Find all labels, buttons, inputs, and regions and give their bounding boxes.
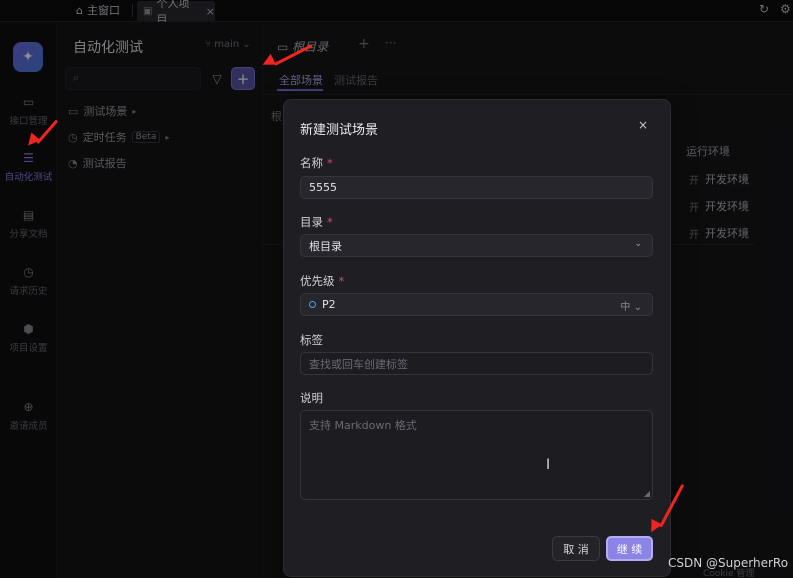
tags-placeholder: 查找或回车创建标签 — [309, 357, 408, 371]
priority-value: P2 — [322, 298, 336, 311]
tags-label: 标签 — [300, 333, 323, 347]
text-cursor-icon: I — [546, 457, 551, 473]
resize-grip-icon[interactable]: ◢ — [644, 489, 650, 498]
new-scenario-dialog: 新建测试场景 × 名称 * 5555 目录 * 根目录 ⌄ 优先级 * P2 中 ⌄ … — [283, 99, 671, 577]
watermark: CSDN @SuperherRo — [668, 556, 789, 570]
directory-select[interactable]: 根目录 ⌄ — [300, 234, 653, 257]
dialog-title: 新建测试场景 — [300, 123, 379, 138]
description-placeholder: 支持 Markdown 格式 — [309, 419, 417, 432]
priority-select[interactable]: P2 中 ⌄ — [300, 293, 653, 316]
chevron-down-icon: ⌄ — [633, 302, 642, 313]
continue-button[interactable]: 继 续 — [606, 536, 653, 561]
priority-label: 优先级 * — [300, 274, 345, 288]
priority-dot-icon — [309, 301, 316, 308]
name-field[interactable]: 5555 — [300, 176, 653, 199]
name-value: 5555 — [309, 181, 337, 194]
priority-level: 中 ⌄ — [620, 302, 642, 313]
required-mark: * — [327, 156, 333, 170]
required-mark: * — [327, 215, 333, 229]
directory-label: 目录 * — [300, 215, 333, 229]
directory-value: 根目录 — [309, 239, 342, 253]
close-icon[interactable]: × — [638, 118, 648, 132]
chevron-down-icon: ⌄ — [634, 239, 642, 249]
description-textarea[interactable]: 支持 Markdown 格式 ◢ — [300, 410, 653, 500]
description-label: 说明 — [300, 391, 323, 405]
required-mark: * — [338, 274, 345, 288]
cancel-button[interactable]: 取 消 — [552, 536, 600, 561]
tags-input[interactable]: 查找或回车创建标签 — [300, 352, 653, 375]
name-label: 名称 * — [300, 156, 333, 170]
